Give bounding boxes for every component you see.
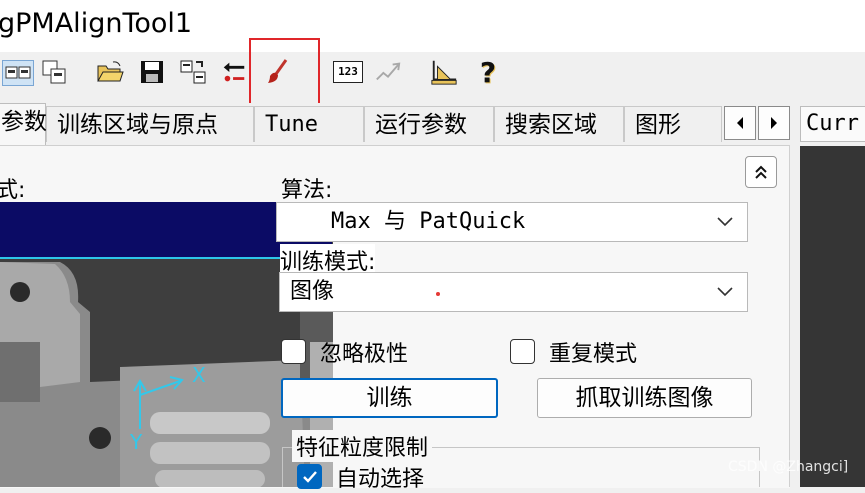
reset-icon[interactable] xyxy=(220,58,248,86)
help-icon[interactable]: ? xyxy=(474,56,502,89)
chevron-down-icon xyxy=(715,273,735,311)
cursor-marker xyxy=(436,292,440,296)
edit-disabled-icon xyxy=(374,58,402,86)
tab-search-region[interactable]: 搜索区域 xyxy=(494,106,624,142)
repeat-mode-label: 重复模式 xyxy=(549,342,638,367)
auto-select-checkbox[interactable] xyxy=(297,464,322,489)
panel-divider xyxy=(789,145,790,487)
chevron-left-icon xyxy=(737,117,743,129)
tab-graphics[interactable]: 图形 xyxy=(624,106,722,142)
tab-params[interactable]: 参数 xyxy=(0,103,47,145)
ignore-polarity-label: 忽略极性 xyxy=(320,342,409,367)
tab-scroll-right-button[interactable] xyxy=(758,106,790,140)
axis-y-label: Y xyxy=(130,430,143,454)
highlight-box xyxy=(249,38,320,107)
algorithm-value: Max 与 PatQuick xyxy=(331,209,526,234)
algorithm-dropdown[interactable]: Max 与 PatQuick xyxy=(276,202,748,242)
checkmark-icon xyxy=(302,470,317,483)
feature-granularity-title: 特征粒度限制 xyxy=(292,430,433,462)
ignore-polarity-checkbox[interactable] xyxy=(281,339,306,364)
toggle-view-icon[interactable] xyxy=(2,60,34,86)
counter-123-icon[interactable]: 123 xyxy=(332,58,364,86)
save-icon[interactable] xyxy=(138,58,166,86)
left-mode-label: 式: xyxy=(0,178,26,203)
repeat-mode-checkbox[interactable] xyxy=(510,339,535,364)
current-image-display[interactable] xyxy=(800,146,865,487)
algorithm-label: 算法: xyxy=(281,178,333,203)
grab-train-image-button[interactable]: 抓取训练图像 xyxy=(537,378,752,418)
tab-tune[interactable]: Tune xyxy=(254,106,364,142)
current-image xyxy=(800,146,865,487)
open-folder-icon[interactable] xyxy=(96,58,124,86)
train-mode-dropdown[interactable]: 图像 xyxy=(279,272,748,312)
axis-x-label: X xyxy=(192,363,206,387)
tab-train-region-origin[interactable]: 训练区域与原点 xyxy=(46,106,254,142)
chevron-down-icon xyxy=(715,203,735,241)
copy-settings-icon[interactable] xyxy=(40,58,68,86)
double-chevron-up-icon xyxy=(755,165,767,179)
collapse-button[interactable] xyxy=(745,156,777,188)
counter-text: 123 xyxy=(333,61,363,83)
tab-run-params[interactable]: 运行参数 xyxy=(364,106,494,142)
chevron-right-icon xyxy=(771,117,777,129)
import-export-icon[interactable] xyxy=(180,58,208,86)
tab-current[interactable]: Curr xyxy=(800,106,865,142)
train-mode-value: 图像 xyxy=(290,279,335,304)
auto-select-label: 自动选择 xyxy=(336,467,425,492)
watermark: CSDN @Zhangci] xyxy=(728,459,849,475)
tab-scroll-left-button[interactable] xyxy=(724,106,756,140)
ruler-tool-icon[interactable] xyxy=(430,58,458,86)
train-button[interactable]: 训练 xyxy=(281,378,498,418)
window-title: gPMAlignTool1 xyxy=(0,8,193,39)
